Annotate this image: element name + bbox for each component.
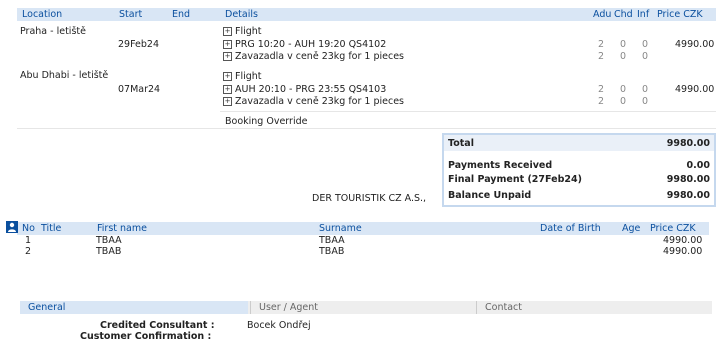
adu-count: 2	[598, 84, 605, 95]
total-label: Total	[448, 138, 474, 149]
tab-contact[interactable]: Contact	[476, 301, 715, 314]
col-price: Price CZK	[657, 9, 703, 20]
consultant-value: Bocek Ondřej	[247, 320, 311, 331]
expand-icon[interactable]: +	[223, 52, 232, 61]
final-payment-label: Final Payment (27Feb24)	[448, 174, 582, 185]
passenger-icon[interactable]	[6, 221, 18, 233]
tab-general[interactable]: General	[20, 301, 248, 314]
divider	[220, 111, 716, 112]
chd-count: 0	[620, 96, 627, 107]
segment-line[interactable]: + Flight	[223, 71, 262, 82]
total-row: Total 9980.00	[448, 138, 710, 150]
payments-value: 0.00	[686, 160, 710, 171]
col-age: Age	[622, 223, 641, 234]
passenger-price: 4990.00	[663, 235, 703, 246]
expand-icon[interactable]: +	[223, 72, 232, 81]
inf-count: 0	[642, 51, 649, 62]
col-details: Details	[225, 9, 258, 20]
chd-count: 0	[620, 84, 627, 95]
tab-user-agent[interactable]: User / Agent	[250, 301, 479, 314]
divider	[17, 128, 716, 129]
balance-row: Balance Unpaid 9980.00	[448, 190, 710, 202]
inf-count: 0	[642, 84, 649, 95]
final-payment-value: 9980.00	[666, 174, 710, 185]
col-location: Location	[22, 9, 63, 20]
segment-start: 29Feb24	[118, 39, 159, 50]
col-dob: Date of Birth	[540, 223, 601, 234]
col-chd: Chd	[614, 9, 633, 20]
passenger-first-name: TBAA	[96, 235, 122, 246]
segment-start: 07Mar24	[118, 84, 161, 95]
segment-price: 4990.00	[675, 39, 715, 50]
col-start: Start	[119, 9, 143, 20]
chd-count: 0	[620, 51, 627, 62]
booking-override-link[interactable]: Booking Override	[225, 116, 307, 127]
payments-row: Payments Received 0.00	[448, 160, 710, 172]
col-surname: Surname	[319, 223, 362, 234]
segment-line[interactable]: + AUH 20:10 - PRG 23:55 QS4103	[223, 84, 386, 95]
passenger-surname: TBAB	[319, 246, 345, 257]
segment-line-text: PRG 10:20 - AUH 19:20 QS4102	[235, 39, 387, 50]
segment-line-text: AUH 20:10 - PRG 23:55 QS4103	[235, 84, 387, 95]
balance-label: Balance Unpaid	[448, 190, 532, 201]
passenger-surname: TBAA	[319, 235, 345, 246]
payments-label: Payments Received	[448, 160, 553, 171]
segment-line[interactable]: + Zavazadla v ceně 23kg for 1 pieces	[223, 96, 404, 107]
segment-price: 4990.00	[675, 84, 715, 95]
tabs-bar: General User / Agent Contact	[20, 301, 712, 314]
segment-location: Praha - letiště	[20, 26, 86, 37]
segment-location: Abu Dhabi - letiště	[20, 70, 109, 81]
col-adu: Adu	[593, 9, 612, 20]
company-name: DER TOURISTIK CZ A.S.,	[312, 193, 427, 204]
col-first-name: First name	[97, 223, 147, 234]
passenger-price: 4990.00	[663, 246, 703, 257]
col-inf: Inf	[637, 9, 650, 20]
expand-icon[interactable]: +	[223, 97, 232, 106]
passenger-first-name: TBAB	[96, 246, 122, 257]
segment-line-text: Flight	[235, 26, 262, 37]
final-payment-row: Final Payment (27Feb24) 9980.00	[448, 174, 710, 186]
segment-line-text: Zavazadla v ceně 23kg for 1 pieces	[235, 51, 405, 62]
col-no: No	[22, 223, 35, 234]
expand-icon[interactable]: +	[223, 27, 232, 36]
segment-line[interactable]: + Flight	[223, 26, 262, 37]
consultant-label: Credited Consultant :	[100, 320, 215, 331]
col-end: End	[172, 9, 191, 20]
balance-value: 9980.00	[666, 190, 710, 201]
col-title: Title	[41, 223, 62, 234]
chd-count: 0	[620, 39, 627, 50]
inf-count: 0	[642, 39, 649, 50]
segment-line-text: Zavazadla v ceně 23kg for 1 pieces	[235, 96, 405, 107]
adu-count: 2	[598, 51, 605, 62]
totals-box: Total 9980.00 Payments Received 0.00 Final…	[442, 133, 716, 207]
segment-line[interactable]: + Zavazadla v ceně 23kg for 1 pieces	[223, 51, 404, 62]
col-price: Price CZK	[650, 223, 696, 234]
total-value: 9980.00	[666, 138, 710, 149]
expand-icon[interactable]: +	[223, 85, 232, 94]
adu-count: 2	[598, 39, 605, 50]
passenger-no: 2	[25, 246, 32, 257]
segment-line-text: Flight	[235, 71, 262, 82]
inf-count: 0	[642, 96, 649, 107]
segment-line[interactable]: + PRG 10:20 - AUH 19:20 QS4102	[223, 39, 386, 50]
passenger-no: 1	[25, 235, 32, 246]
adu-count: 2	[598, 96, 605, 107]
confirmation-label: Customer Confirmation :	[80, 331, 212, 342]
expand-icon[interactable]: +	[223, 40, 232, 49]
